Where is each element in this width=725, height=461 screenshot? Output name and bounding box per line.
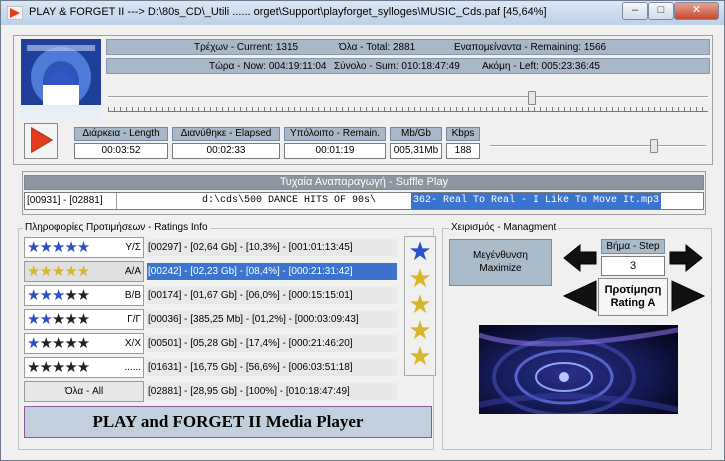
stats-all: [02881] - [28,95 Gb] - [100%] - [010:18:… bbox=[147, 383, 397, 400]
left-time: Ακόμη - Left: 005:23:36:45 bbox=[482, 61, 600, 72]
rating-label: Γ/Γ bbox=[127, 314, 141, 325]
management-group-title: Χειρισμός - Managment bbox=[449, 222, 559, 233]
rating-row-all[interactable]: Όλα - All bbox=[24, 381, 144, 402]
track-filename: 362- Real To Real - I Like To Move It.mp… bbox=[411, 193, 662, 209]
bitrate-value: 188 bbox=[446, 143, 480, 159]
step-forward-arrow-icon[interactable] bbox=[668, 243, 704, 273]
shuffle-counter: [00931] - [02881] bbox=[27, 195, 103, 206]
title-bar[interactable]: PLAY & FORGET II ---> D:\80s_CD\_Utili .… bbox=[1, 1, 724, 25]
field-divider bbox=[116, 193, 117, 209]
star-gold-button-4[interactable]: ★ bbox=[406, 343, 434, 371]
rating-row-none[interactable]: ★★★★★ ...... bbox=[24, 357, 144, 378]
volume-thumb[interactable] bbox=[650, 139, 659, 153]
counter-strip: Τρέχων - Current: 1315 Όλα - Total: 2881… bbox=[106, 39, 710, 55]
volume-track[interactable] bbox=[490, 145, 706, 147]
maximize-view-button[interactable]: Μεγένθυνση Maximize bbox=[449, 239, 552, 286]
now-playing-field[interactable]: [00931] - [02881] d:\cds\500 DANCE HITS … bbox=[24, 192, 704, 210]
client-area: Τρέχων - Current: 1315 Όλα - Total: 2881… bbox=[8, 28, 718, 456]
maximize-label-gr: Μεγένθυνση bbox=[472, 250, 528, 261]
stars-icon: ★★★★★ bbox=[27, 359, 90, 376]
remaining-count: Εναπομείναντα - Remaining: 1566 bbox=[454, 42, 607, 53]
stats-none: [01631] - [16,75 Gb] - [56,6%] - [006:03… bbox=[147, 359, 397, 376]
visualization-image bbox=[479, 325, 678, 414]
rating-label: Υ/Σ bbox=[125, 242, 141, 253]
shuffle-panel: Τυχαία Αναπαραγωγή - Suffle Play [00931]… bbox=[22, 171, 706, 215]
rating-row-bb[interactable]: ★★★★★ Β/Β bbox=[24, 285, 144, 306]
length-value: 00:03:52 bbox=[74, 143, 168, 159]
ratings-group-title: Πληροφορίες Προτιμήσεων - Ratings Info bbox=[23, 222, 210, 233]
stars-icon: ★★★★★ bbox=[27, 263, 90, 280]
rating-label: Α/Α bbox=[124, 266, 141, 277]
stars-icon: ★★★★★ bbox=[27, 335, 90, 352]
player-panel: Τρέχων - Current: 1315 Όλα - Total: 2881… bbox=[13, 35, 713, 165]
step-back-arrow-icon[interactable] bbox=[562, 243, 598, 273]
preference-label-gr: Προτίμηση bbox=[604, 284, 662, 296]
app-name-banner: PLAY and FORGET II Media Player bbox=[24, 406, 432, 438]
close-button[interactable]: ✕ bbox=[674, 2, 719, 20]
step-label: Βήμα - Step bbox=[601, 239, 665, 254]
current-count: Τρέχων - Current: 1315 bbox=[194, 42, 299, 53]
app-icon bbox=[7, 6, 23, 20]
minimize-button[interactable]: – bbox=[622, 2, 648, 20]
rating-preference-button[interactable]: Προτίμηση Rating A bbox=[598, 278, 668, 316]
next-rating-arrow-icon[interactable] bbox=[670, 279, 706, 313]
step-value-field[interactable]: 3 bbox=[601, 256, 665, 276]
rating-row-gg[interactable]: ★★★★★ Γ/Γ bbox=[24, 309, 144, 330]
seek-thumb[interactable] bbox=[528, 91, 537, 105]
rating-row-xx[interactable]: ★★★★★ Χ/Χ bbox=[24, 333, 144, 354]
stats-bb: [00174] - [01,67 Gb] - [06,0%] - [000:15… bbox=[147, 287, 397, 304]
main-window: PLAY & FORGET II ---> D:\80s_CD\_Utili .… bbox=[0, 0, 725, 461]
preference-label-en: Rating A bbox=[610, 297, 656, 309]
remain-header: Υπόλοιπο - Remain. bbox=[284, 127, 386, 141]
elapsed-header: Διανύθηκε - Elapsed bbox=[172, 127, 280, 141]
stars-icon: ★★★★★ bbox=[27, 311, 90, 328]
prev-rating-arrow-icon[interactable] bbox=[562, 279, 598, 313]
total-count: Όλα - Total: 2881 bbox=[339, 42, 416, 53]
size-value: 005,31Mb bbox=[390, 143, 442, 159]
seek-track[interactable] bbox=[108, 96, 708, 98]
album-art-image bbox=[21, 39, 101, 119]
stars-icon: ★★★★★ bbox=[27, 239, 90, 256]
stats-gg: [00036] - [385,25 Mb] - [01,2%] - [000:0… bbox=[147, 311, 397, 328]
rating-label: ...... bbox=[124, 362, 141, 373]
all-label: Όλα - All bbox=[64, 386, 104, 397]
stats-aa: [00242] - [02,23 Gb] - [08,4%] - [000:21… bbox=[147, 263, 397, 280]
play-button[interactable] bbox=[24, 123, 58, 159]
window-title: PLAY & FORGET II ---> D:\80s_CD\_Utili .… bbox=[29, 6, 547, 18]
stats-ys: [00297] - [02,64 Gb] - [10,3%] - [001:01… bbox=[147, 239, 397, 256]
rating-row-aa[interactable]: ★★★★★ Α/Α bbox=[24, 261, 144, 282]
shuffle-title: Τυχαία Αναπαραγωγή - Suffle Play bbox=[24, 175, 704, 190]
bitrate-header: Kbps bbox=[446, 127, 480, 141]
track-folder: d:\cds\500 DANCE HITS OF 90s\ bbox=[202, 195, 377, 206]
stars-icon: ★★★★★ bbox=[27, 287, 90, 304]
star-blue-button[interactable]: ★ bbox=[406, 238, 434, 266]
maximize-label-en: Maximize bbox=[479, 263, 522, 274]
stats-xx: [00501] - [05,28 Gb] - [17,4%] - [000:21… bbox=[147, 335, 397, 352]
play-icon bbox=[31, 126, 54, 154]
rating-label: Χ/Χ bbox=[124, 338, 141, 349]
elapsed-value: 00:02:33 bbox=[172, 143, 280, 159]
time-strip: Τώρα - Now: 004:19:11:04 Σύνολο - Sum: 0… bbox=[106, 58, 710, 74]
size-header: Mb/Gb bbox=[390, 127, 442, 141]
rating-label: Β/Β bbox=[124, 290, 141, 301]
sum-time: Σύνολο - Sum: 010:18:47:49 bbox=[334, 61, 460, 72]
remain-value: 00:01:19 bbox=[284, 143, 386, 159]
seek-ticks bbox=[108, 107, 708, 112]
now-time: Τώρα - Now: 004:19:11:04 bbox=[209, 61, 327, 72]
length-header: Διάρκεια - Length bbox=[74, 127, 168, 141]
maximize-button[interactable]: □ bbox=[648, 2, 674, 20]
rating-row-ys[interactable]: ★★★★★ Υ/Σ bbox=[24, 237, 144, 258]
